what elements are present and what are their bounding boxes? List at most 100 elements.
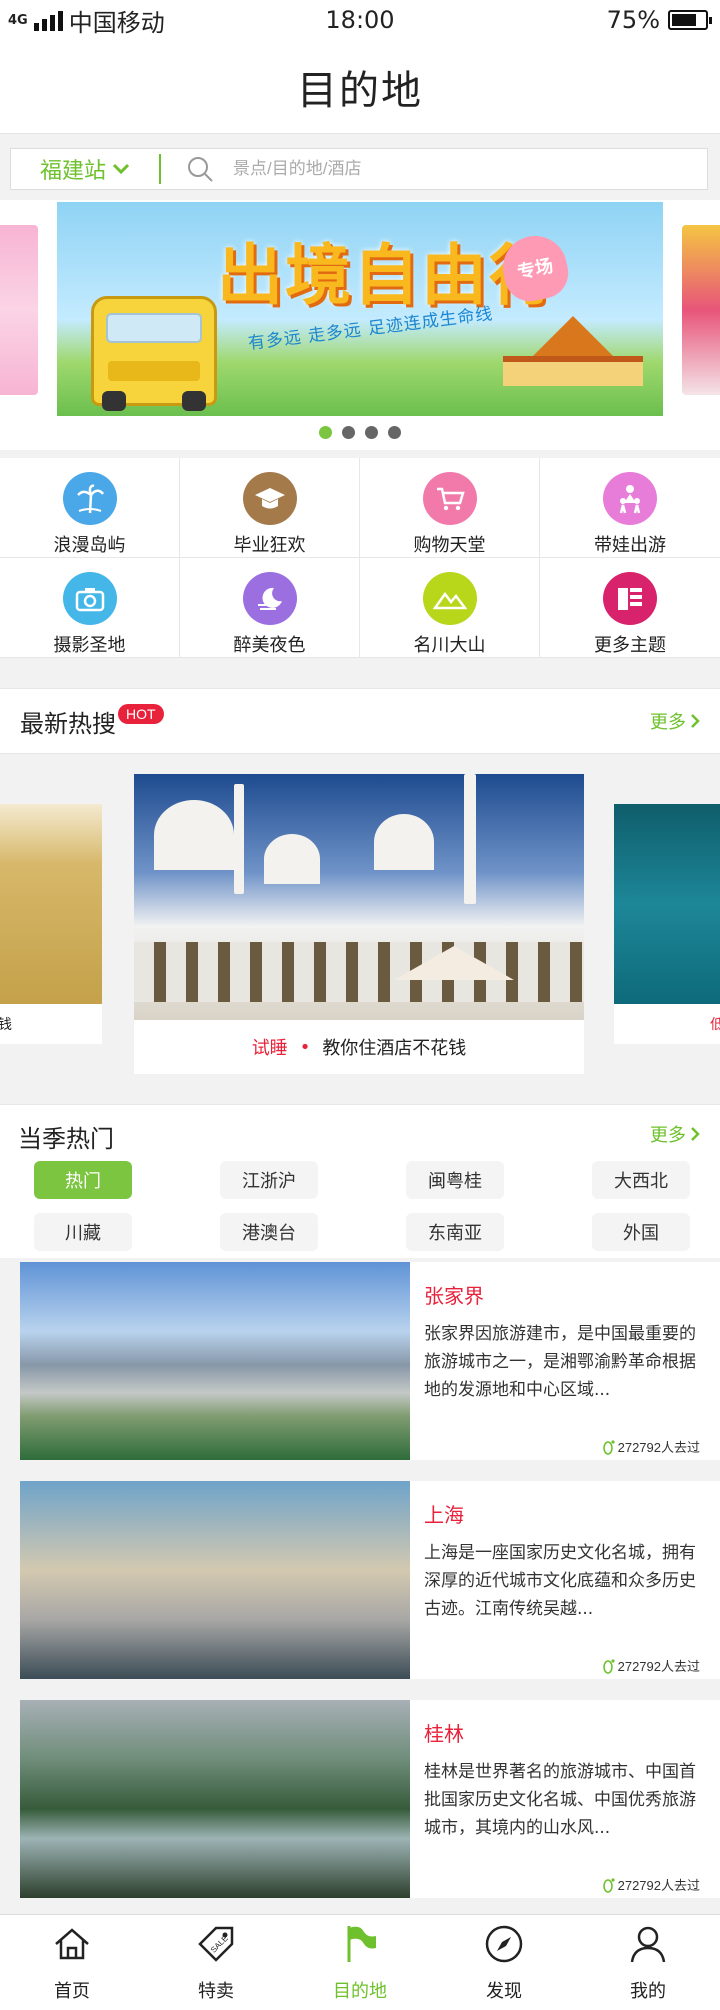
tab-label: 目的地: [333, 1981, 387, 2002]
carousel-dot[interactable]: [365, 426, 378, 439]
category-label: 摄影圣地: [53, 635, 126, 656]
footprint-icon: [602, 1658, 615, 1674]
hot-card-next-caption: 低: [710, 1017, 720, 1033]
page-title: 目的地: [297, 67, 423, 114]
status-right: 75%: [606, 6, 712, 34]
destination-card[interactable]: 桂林 桂林是世界著名的旅游城市、中国首批国家历史文化名城、中国优秀旅游城市，其境内…: [20, 1700, 720, 1898]
region-chip[interactable]: 东南亚: [406, 1213, 504, 1251]
hot-search-title: 最新热搜: [20, 709, 116, 738]
destination-name: 桂林: [424, 1722, 464, 1746]
season-more-link[interactable]: 更多: [650, 1121, 700, 1147]
chevron-right-icon: [691, 714, 700, 728]
tab-label: 首页: [54, 1981, 90, 2002]
category-item[interactable]: 带娃出游: [540, 458, 720, 558]
battery-icon: [668, 10, 712, 30]
hot-card-next[interactable]: 低: [614, 804, 720, 1044]
category-item[interactable]: 毕业狂欢: [180, 458, 360, 558]
tab-label: 发现: [486, 1981, 522, 2002]
hot-more-label: 更多: [650, 712, 686, 733]
visit-count-text: 272792人去过: [617, 1659, 700, 1674]
battery-percent: 75%: [606, 6, 660, 34]
destination-photo: [20, 1700, 410, 1898]
region-chip[interactable]: 川藏: [34, 1213, 132, 1251]
category-item[interactable]: 名川大山: [360, 558, 540, 658]
category-label: 名川大山: [413, 635, 486, 656]
tab-home[interactable]: 首页: [0, 1915, 144, 2010]
hot-card-prev-caption: 钱: [0, 1017, 12, 1033]
hot-card-prev[interactable]: 钱: [0, 804, 102, 1044]
region-chip[interactable]: 外国: [592, 1213, 690, 1251]
tab-sale-tag[interactable]: SALE 特卖: [144, 1915, 288, 2010]
mountain-icon: [422, 572, 477, 625]
tab-user[interactable]: 我的: [576, 1915, 720, 2010]
moon-icon: [242, 572, 297, 625]
category-item[interactable]: 购物天堂: [360, 458, 540, 558]
sea-boat-image: [614, 804, 720, 1004]
temple-illustration: [503, 316, 643, 386]
category-item[interactable]: 浪漫岛屿: [0, 458, 180, 558]
banner-prev-slide[interactable]: [0, 225, 38, 395]
season-section: 当季热门 更多 热门 江浙沪 闽粤桂 大西北川藏 港澳台 东南亚 外国: [0, 1104, 720, 1258]
region-chip[interactable]: 江浙沪: [220, 1161, 318, 1199]
tab-label: 特卖: [198, 1981, 234, 2002]
category-item[interactable]: 摄影圣地: [0, 558, 180, 658]
destination-desc: 上海是一座国家历史文化名城，拥有深厚的近代城市文化底蕴和众多历史古迹。江南传统吴…: [424, 1543, 696, 1619]
hot-search-header: 最新热搜 更多: [0, 688, 720, 754]
hot-card-main[interactable]: 试睡 • 教你住酒店不花钱: [134, 774, 584, 1074]
visit-count: 272792人去过: [602, 1437, 700, 1456]
city-label: 福建站: [39, 159, 106, 184]
desert-image: [0, 804, 102, 1004]
destination-photo: [20, 1262, 410, 1460]
destination-card[interactable]: 上海上海是一座国家历史文化名城，拥有深厚的近代城市文化底蕴和众多历史古迹。江南传…: [20, 1481, 720, 1679]
list-icon: [603, 572, 657, 625]
hot-card-tag: 试睡: [251, 1038, 288, 1059]
carousel-dot[interactable]: [388, 426, 401, 439]
home-icon: [50, 1922, 94, 1971]
status-bar: 4G 中国移动 18:00 75%: [0, 0, 720, 40]
category-grid: 浪漫岛屿 毕业狂欢 购物天堂 带娃出游摄影圣地 醉美夜色 名川大山 更多主题: [0, 458, 720, 658]
banner-carousel[interactable]: 出境自由行 专场 有多远 走多远 足迹连成生命线: [0, 200, 720, 450]
category-label: 醉美夜色: [233, 635, 306, 656]
destination-name: 上海: [424, 1503, 464, 1527]
banner-next-slide[interactable]: [682, 225, 720, 395]
carousel-dots: [0, 426, 720, 439]
region-chip[interactable]: 热门: [34, 1161, 132, 1199]
carousel-dot[interactable]: [342, 426, 355, 439]
footprint-icon: [602, 1439, 615, 1455]
search-input[interactable]: [233, 159, 693, 179]
region-chip[interactable]: 大西北: [592, 1161, 690, 1199]
flag-icon: [338, 1922, 382, 1971]
carousel-dot[interactable]: [319, 426, 332, 439]
hot-badge: HOT: [118, 704, 164, 724]
hot-card-text: 教你住酒店不花钱: [322, 1038, 467, 1059]
destination-name: 张家界: [424, 1284, 484, 1308]
family-icon: [603, 472, 657, 525]
destination-desc: 张家界因旅游建市，是中国最重要的旅游城市之一，是湘鄂渝黔革命根据地的发源地和中心…: [424, 1324, 696, 1400]
search-icon[interactable]: [187, 156, 213, 182]
mosque-image: [134, 774, 584, 1020]
visit-count: 272792人去过: [602, 1656, 700, 1675]
season-title: 当季热门: [18, 1125, 114, 1153]
category-item[interactable]: 醉美夜色: [180, 558, 360, 658]
hot-carousel[interactable]: 钱 试睡 • 教你住酒店不花钱 低: [0, 754, 720, 1084]
separator-dot: •: [299, 1036, 311, 1058]
region-chip[interactable]: 闽粤桂: [406, 1161, 504, 1199]
compass-icon: [482, 1922, 526, 1971]
destination-photo: [20, 1481, 410, 1679]
search-bar: 福建站: [10, 148, 708, 190]
city-selector[interactable]: 福建站: [11, 154, 161, 184]
tab-flag[interactable]: 目的地: [288, 1915, 432, 2010]
hot-more-link[interactable]: 更多: [650, 708, 700, 734]
category-item[interactable]: 更多主题: [540, 558, 720, 658]
hot-card-caption: 试睡 • 教你住酒店不花钱: [134, 1020, 584, 1074]
region-chip[interactable]: 港澳台: [220, 1213, 318, 1251]
palm-tree-icon: [62, 472, 117, 525]
banner-slide[interactable]: 出境自由行 专场 有多远 走多远 足迹连成生命线: [57, 202, 663, 416]
bottom-tab-bar: 首页 SALE 特卖 目的地 发现 我的: [0, 1914, 720, 2010]
destination-card[interactable]: 张家界张家界因旅游建市，是中国最重要的旅游城市之一，是湘鄂渝黔革命根据地的发源地…: [20, 1262, 720, 1460]
van-illustration: [91, 296, 217, 411]
sale-tag-icon: SALE: [194, 1922, 238, 1971]
tab-compass[interactable]: 发现: [432, 1915, 576, 2010]
visit-count-text: 272792人去过: [617, 1878, 700, 1893]
chevron-right-icon: [691, 1127, 700, 1141]
